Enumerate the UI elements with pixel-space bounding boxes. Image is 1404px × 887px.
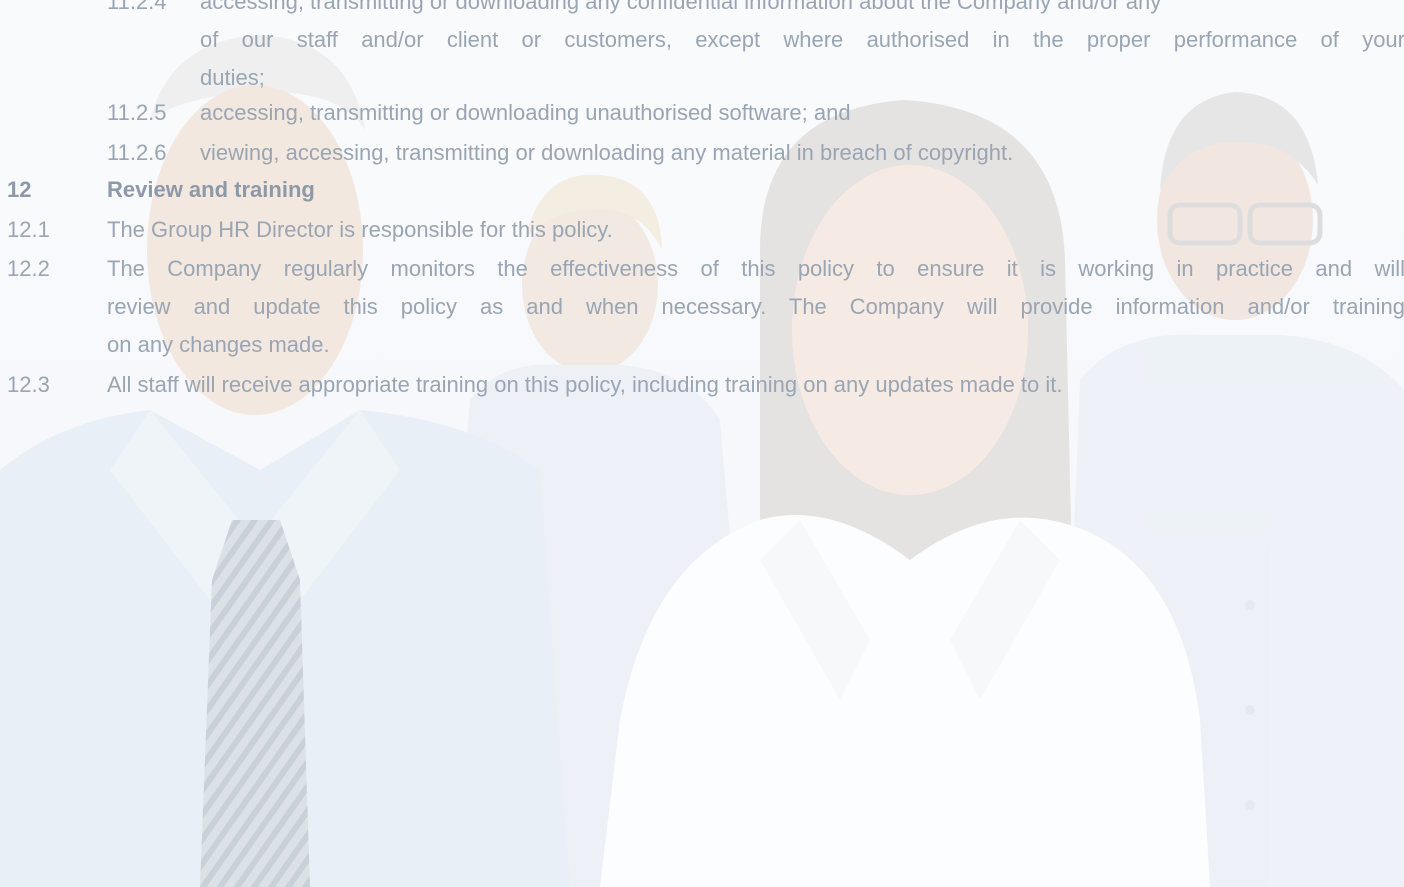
clause-text-line: All staff will receive appropriate train… xyxy=(107,372,1063,397)
section-number: 12 xyxy=(7,177,32,202)
clause-number: 12.3 xyxy=(7,372,50,397)
clause-text-line: review and update this policy as and whe… xyxy=(107,294,1404,319)
sub-item-text-line: accessing, transmitting or downloading u… xyxy=(200,100,851,125)
sub-item-number: 11.2.4 xyxy=(107,0,167,14)
clause-text-line: on any changes made. xyxy=(107,332,330,357)
sub-item-text-line: viewing, accessing, transmitting or down… xyxy=(200,140,1014,165)
policy-document: 11.2.4 accessing, transmitting or downlo… xyxy=(0,0,1404,887)
clause-number: 12.1 xyxy=(7,217,50,242)
sub-item-text-line: duties; xyxy=(200,65,265,90)
sub-item-number: 11.2.6 xyxy=(107,140,167,165)
sub-item-number: 11.2.5 xyxy=(107,100,167,125)
sub-item-text-line: of our staff and/or client or customers,… xyxy=(200,27,1404,52)
clause-text-line: The Group HR Director is responsible for… xyxy=(107,217,613,242)
clause-number: 12.2 xyxy=(7,256,50,281)
sub-item-text-line: accessing, transmitting or downloading a… xyxy=(200,0,1162,14)
section-title: Review and training xyxy=(107,177,315,202)
clause-text-line: The Company regularly monitors the effec… xyxy=(107,256,1404,281)
